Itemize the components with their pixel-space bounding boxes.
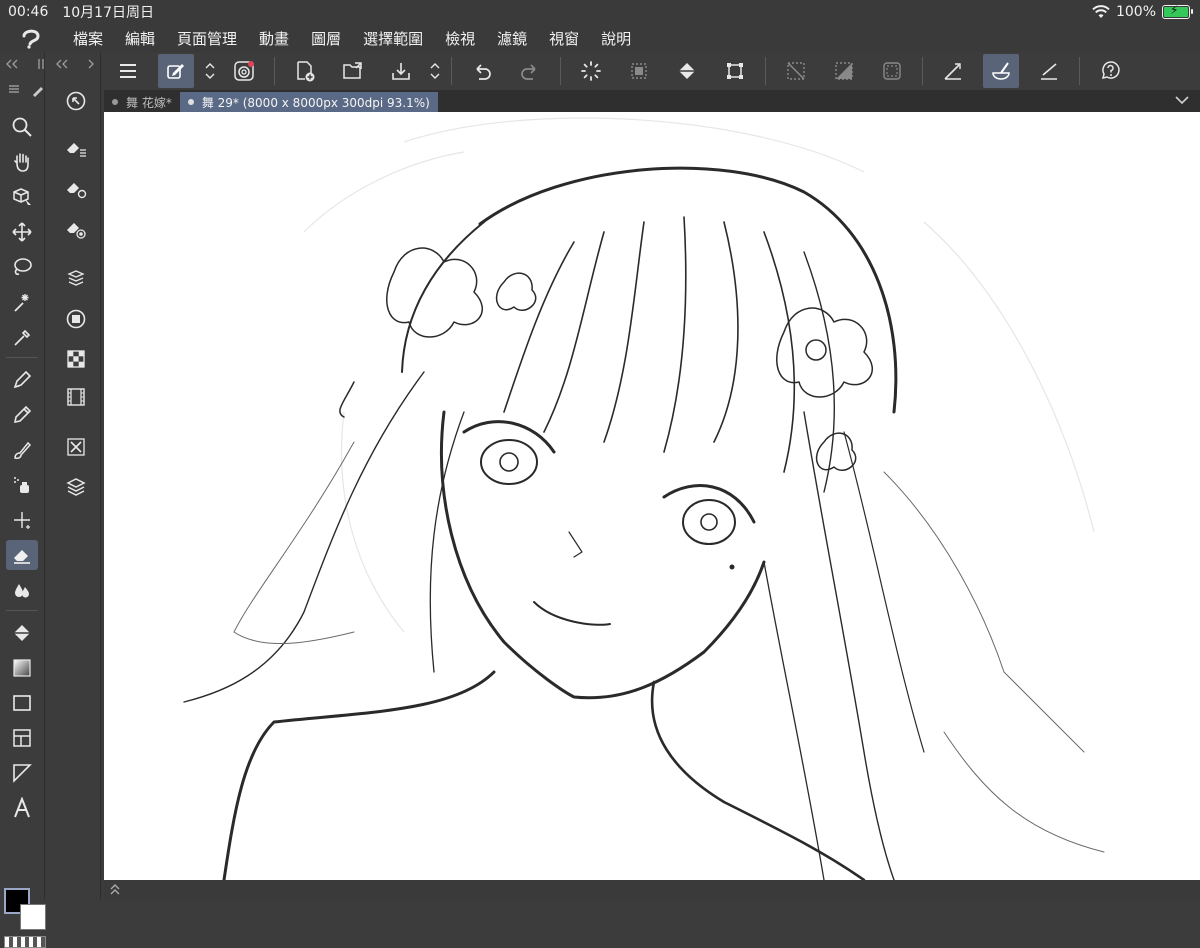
- status-time: 00:46: [8, 4, 49, 20]
- help-icon[interactable]: [1092, 54, 1128, 88]
- timeline-icon[interactable]: [60, 382, 92, 412]
- tab-document-1[interactable]: 舞 花嫁*: [104, 92, 180, 112]
- menu-page-management[interactable]: 頁面管理: [166, 28, 248, 49]
- status-right: 100% ⚡: [1092, 0, 1193, 24]
- color-set-icon[interactable]: [60, 344, 92, 374]
- tool-property-icon[interactable]: [60, 174, 92, 204]
- open-icon[interactable]: [335, 54, 371, 88]
- ios-status-bar: 00:46 10月17日周日 100% ⚡: [0, 0, 1200, 24]
- menu-window[interactable]: 視窗: [538, 28, 590, 49]
- tab-document-2[interactable]: 舞 29* (8000 x 8000px 300dpi 93.1%): [179, 92, 438, 112]
- ruler-icon[interactable]: [935, 54, 971, 88]
- menu-selection[interactable]: 選擇範圍: [352, 28, 434, 49]
- document-tabs: 舞 花嫁* 舞 29* (8000 x 8000px 300dpi 93.1%): [104, 90, 1200, 112]
- tab-label: 舞 花嫁*: [126, 95, 172, 110]
- menu-view[interactable]: 檢視: [434, 28, 486, 49]
- wifi-icon: [1092, 5, 1110, 18]
- eyedropper-icon[interactable]: [6, 322, 38, 352]
- pencil-tool-icon[interactable]: [6, 400, 38, 430]
- fill-icon[interactable]: [669, 54, 705, 88]
- hand-tool-icon[interactable]: [6, 147, 38, 177]
- save-icon[interactable]: [383, 54, 419, 88]
- pen-tool-icon[interactable]: [6, 365, 38, 395]
- spinner-icon[interactable]: [573, 54, 609, 88]
- back-circle-icon[interactable]: [60, 86, 92, 116]
- expand-icon[interactable]: [86, 58, 96, 70]
- figure-tool-icon[interactable]: [6, 688, 38, 718]
- chevron-down-icon[interactable]: [1174, 93, 1190, 107]
- menu-edit[interactable]: 編輯: [114, 28, 166, 49]
- ruler-tool-icon[interactable]: [6, 758, 38, 788]
- color-circle-icon[interactable]: [60, 304, 92, 334]
- undo-icon[interactable]: [464, 54, 500, 88]
- brush-tool-icon[interactable]: [6, 435, 38, 465]
- frame-tool-icon[interactable]: [6, 723, 38, 753]
- menu-icon[interactable]: [110, 54, 146, 88]
- layer-property-icon[interactable]: [60, 432, 92, 462]
- invert-icon[interactable]: [826, 54, 862, 88]
- menu-bar: 檔案 編輯 頁面管理 動畫 圖層 選擇範圍 檢視 濾鏡 視窗 說明: [0, 24, 1200, 52]
- list-menu-icon[interactable]: [8, 84, 20, 94]
- layers-icon[interactable]: [60, 472, 92, 502]
- blend-tool-icon[interactable]: [6, 575, 38, 605]
- new-page-icon[interactable]: [287, 54, 323, 88]
- sketch-artwork: [183, 117, 1105, 880]
- transparent-color[interactable]: [4, 936, 46, 948]
- airbrush-tool-icon[interactable]: [6, 470, 38, 500]
- battery-percent: 100%: [1115, 4, 1156, 20]
- drawing-canvas[interactable]: [104, 112, 1200, 880]
- collapse-sub-icon[interactable]: [54, 58, 70, 70]
- app-logo-icon[interactable]: [0, 27, 62, 49]
- fill-tool-icon[interactable]: [6, 618, 38, 648]
- menu-layer[interactable]: 圖層: [300, 28, 352, 49]
- background-color[interactable]: [20, 904, 46, 930]
- menu-file[interactable]: 檔案: [62, 28, 114, 49]
- material-icon[interactable]: [60, 264, 92, 294]
- eraser-tool-icon[interactable]: [6, 540, 38, 570]
- border-icon[interactable]: [874, 54, 910, 88]
- chevron-up-icon[interactable]: [108, 882, 122, 896]
- battery-icon: ⚡: [1162, 3, 1193, 19]
- color-swatch[interactable]: [2, 886, 48, 932]
- menu-help[interactable]: 說明: [590, 28, 642, 49]
- tool-palette: [0, 52, 46, 948]
- menu-filter[interactable]: 濾鏡: [486, 28, 538, 49]
- redo-icon[interactable]: [512, 54, 548, 88]
- magic-wand-icon[interactable]: [6, 287, 38, 317]
- transform-icon[interactable]: [621, 54, 657, 88]
- status-date: 10月17日周日: [62, 5, 154, 21]
- text-tool-icon[interactable]: [6, 793, 38, 823]
- move-tool-icon[interactable]: [6, 217, 38, 247]
- deselect-icon[interactable]: [778, 54, 814, 88]
- scale-icon[interactable]: [717, 54, 753, 88]
- line-icon[interactable]: [1031, 54, 1067, 88]
- updown-icon-2[interactable]: [427, 60, 443, 82]
- sub-tool-list-icon[interactable]: [60, 134, 92, 164]
- object-tool-icon[interactable]: [6, 182, 38, 212]
- companion-icon[interactable]: [226, 54, 262, 88]
- gradient-tool-icon[interactable]: [6, 653, 38, 683]
- pen-small-icon[interactable]: [30, 82, 46, 98]
- brush-icon[interactable]: [983, 54, 1019, 88]
- edit-mode-icon[interactable]: [158, 54, 194, 88]
- bottom-bar: [104, 880, 1200, 900]
- updown-icon[interactable]: [202, 60, 218, 82]
- menu-animation[interactable]: 動畫: [248, 28, 300, 49]
- collapse-left-icon[interactable]: [4, 58, 20, 70]
- command-bar: [104, 52, 1200, 90]
- decoration-tool-icon[interactable]: [6, 505, 38, 535]
- zoom-tool-icon[interactable]: [6, 112, 38, 142]
- tab-label: 舞 29* (8000 x 8000px 300dpi 93.1%): [201, 95, 430, 110]
- brush-size-icon[interactable]: [60, 214, 92, 244]
- sub-tool-palette: [52, 52, 101, 900]
- panel-grip-icon[interactable]: [36, 58, 46, 70]
- lasso-tool-icon[interactable]: [6, 252, 38, 282]
